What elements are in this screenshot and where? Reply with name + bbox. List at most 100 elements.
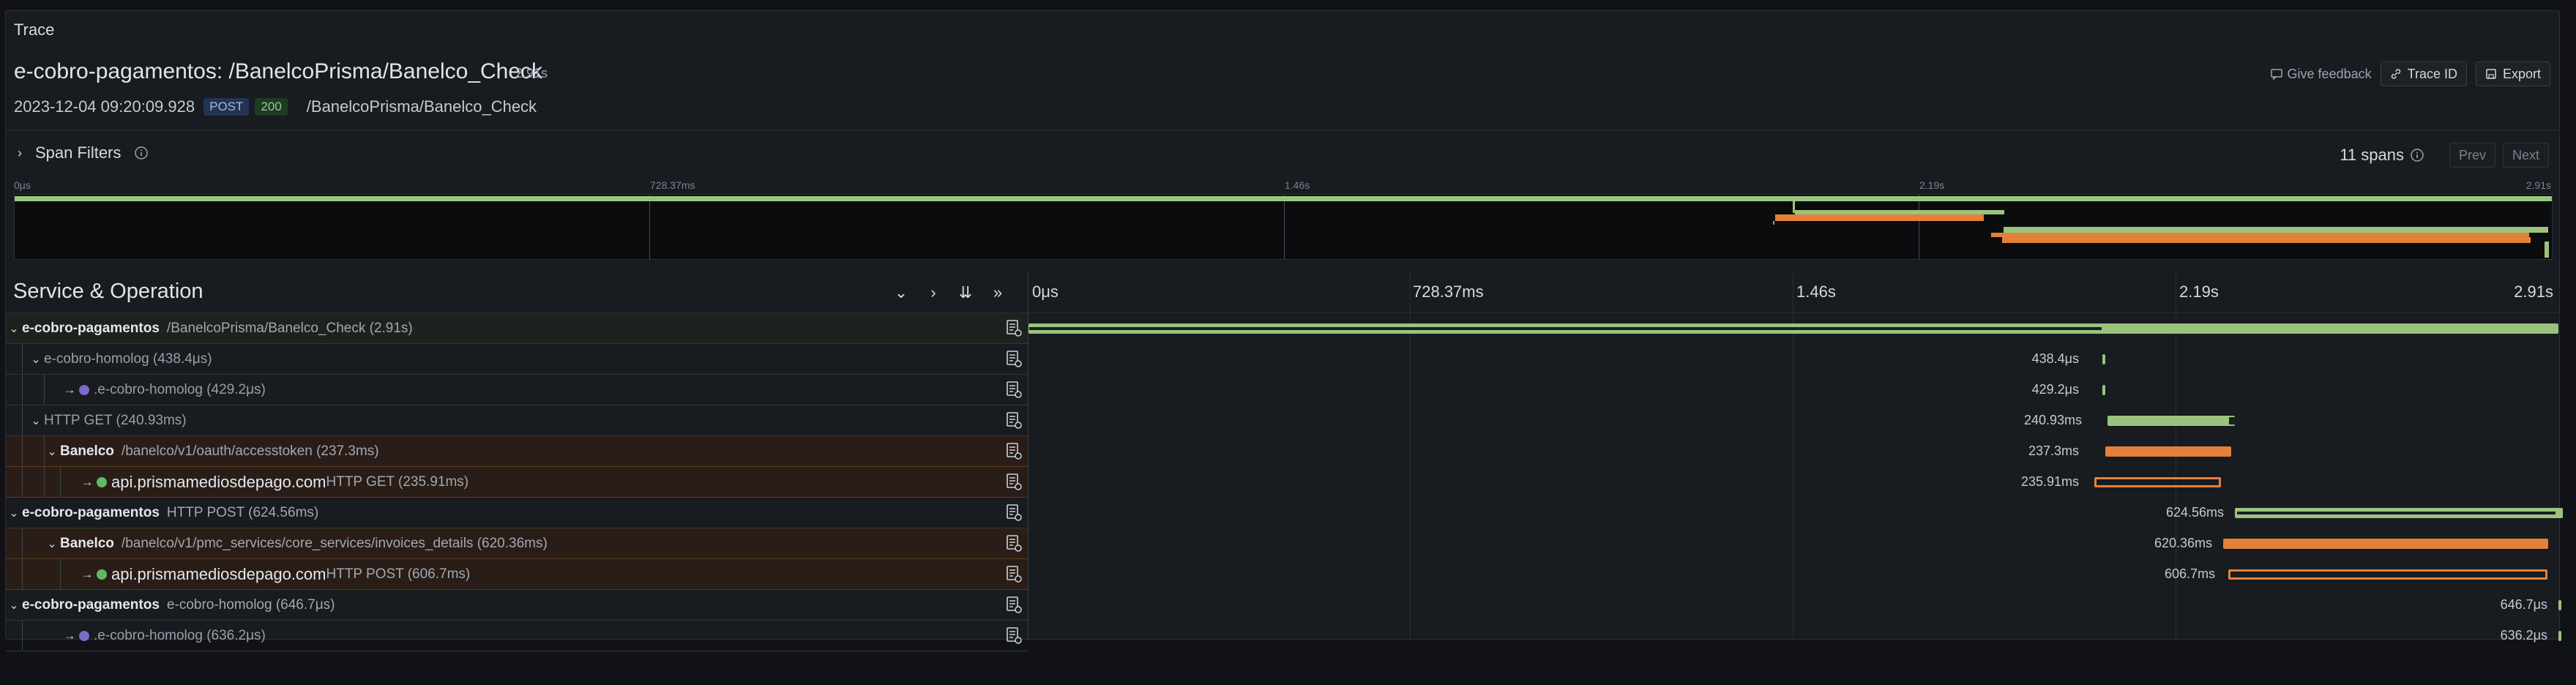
give-feedback-link[interactable]: Give feedback: [2270, 67, 2372, 82]
expand-one-icon[interactable]: ›: [922, 283, 944, 302]
span-detail-icon[interactable]: [1006, 534, 1023, 553]
span-timeline-cell[interactable]: 606.7ms: [1028, 559, 2559, 590]
span-detail-icon[interactable]: [1006, 442, 1023, 461]
span-row[interactable]: ⌄ e-cobro-pagamentos HTTP POST (624.56ms…: [6, 498, 2563, 528]
span-bar: [2108, 416, 2235, 426]
next-button[interactable]: Next: [2502, 143, 2549, 168]
span-row[interactable]: ⌄ Banelco /banelco/v1/oauth/accesstoken …: [6, 436, 2559, 467]
chevron-down-icon[interactable]: ⌄: [44, 444, 60, 459]
span-timeline-cell[interactable]: [1028, 313, 2559, 344]
chevron-down-icon[interactable]: ⌄: [6, 598, 22, 613]
span-timeline-cell[interactable]: 646.7μs: [1028, 590, 2561, 621]
span-name-cell[interactable]: ⌄ Banelco /banelco/v1/oauth/accesstoken …: [6, 436, 1028, 467]
span-row[interactable]: → api.prismamediosdepago.com HTTP GET (2…: [6, 467, 2559, 498]
span-name-cell[interactable]: ⌄ e-cobro-homolog (438.4μs): [6, 344, 1028, 375]
service-name: e-cobro-pagamentos: [22, 320, 160, 336]
trace-meta: 2023-12-04 09:20:09.928 POST 200 /Banelc…: [14, 94, 537, 120]
service-color-dot: [79, 384, 89, 395]
span-bar-critical-path: [1029, 327, 2102, 330]
collapse-one-icon[interactable]: ⌄: [890, 283, 912, 302]
span-timeline-cell[interactable]: 240.93ms: [1028, 405, 2559, 436]
span-detail-icon[interactable]: [1006, 319, 1023, 338]
span-bar: [2228, 569, 2547, 580]
span-detail-icon[interactable]: [1006, 596, 1023, 615]
span-bar-critical-path: [2237, 512, 2556, 514]
span-detail-icon[interactable]: [1006, 381, 1023, 400]
comment-icon: [2270, 69, 2282, 81]
span-bar: [2102, 385, 2105, 395]
export-button[interactable]: Export: [2475, 61, 2550, 86]
span-timeline-cell[interactable]: 624.56ms: [1028, 498, 2563, 528]
span-timeline-cell[interactable]: 620.36ms: [1028, 528, 2559, 559]
chevron-down-icon[interactable]: ⌄: [28, 413, 44, 428]
span-duration-label: 606.7ms: [2164, 566, 2215, 581]
span-name-cell[interactable]: → api.prismamediosdepago.com HTTP GET (2…: [6, 467, 1028, 498]
service-name: Banelco: [60, 535, 114, 551]
span-name-cell[interactable]: → api.prismamediosdepago.com HTTP POST (…: [6, 559, 1028, 590]
span-name-cell[interactable]: ⌄ Banelco /banelco/v1/pmc_services/core_…: [6, 528, 1028, 559]
span-bar: [2094, 477, 2221, 487]
span-detail-icon[interactable]: [1006, 626, 1023, 645]
span-bar: [2558, 600, 2561, 610]
timeline-tick: 0μs: [1032, 282, 1059, 301]
collapse-all-icon[interactable]: »: [987, 283, 1009, 302]
span-row[interactable]: ⌄ e-cobro-pagamentos e-cobro-homolog (64…: [6, 590, 2561, 621]
chevron-down-icon[interactable]: ⌄: [44, 536, 60, 551]
span-duration-label: 620.36ms: [2154, 536, 2212, 550]
span-name-cell[interactable]: ⌄ e-cobro-pagamentos e-cobro-homolog (64…: [6, 590, 1028, 621]
span-row[interactable]: → .e-cobro-homolog (429.2μs) 429.2μs: [6, 375, 2559, 405]
trace-minimap[interactable]: 0μs 728.37ms 1.46s 2.19s 2.91s: [14, 177, 2553, 263]
span-duration-label: 636.2μs: [2500, 628, 2547, 643]
minimap-span-bar: [2545, 242, 2549, 258]
service-operation-title: Service & Operation: [13, 280, 204, 303]
chevron-down-icon[interactable]: ⌄: [28, 352, 44, 367]
span-row[interactable]: → .e-cobro-homolog (636.2μs) 636.2μs: [6, 621, 2561, 651]
span-detail-icon[interactable]: [1006, 411, 1023, 430]
span-detail-icon[interactable]: [1006, 504, 1023, 523]
tree-guide: [22, 528, 23, 558]
span-row[interactable]: ⌄ Banelco /banelco/v1/pmc_services/core_…: [6, 528, 2559, 559]
operation-name: /BanelcoPrisma/Banelco_Check (2.91s): [166, 320, 413, 336]
operation-name: e-cobro-homolog (646.7μs): [166, 596, 335, 613]
expand-all-icon[interactable]: ⇊: [955, 283, 977, 302]
tree-guide: [44, 436, 45, 466]
tree-guide: [22, 621, 23, 651]
service-name: Banelco: [60, 443, 114, 459]
span-name-cell[interactable]: → .e-cobro-homolog (636.2μs): [6, 621, 1028, 651]
trace-title: e-cobro-pagamentos: /BanelcoPrisma/Banel…: [14, 59, 543, 83]
span-row[interactable]: ⌄ HTTP GET (240.93ms) 240.93ms: [6, 405, 2559, 436]
chevron-right-icon: ›: [18, 145, 22, 160]
span-name-cell[interactable]: ⌄ e-cobro-pagamentos /BanelcoPrisma/Bane…: [6, 313, 1028, 344]
span-detail-icon[interactable]: [1006, 350, 1023, 369]
trace-id-label: Trace ID: [2407, 66, 2457, 81]
span-name-cell[interactable]: ⌄ e-cobro-pagamentos HTTP POST (624.56ms…: [6, 498, 1028, 528]
span-row[interactable]: ⌄ e-cobro-pagamentos /BanelcoPrisma/Bane…: [6, 313, 2559, 344]
span-row[interactable]: → api.prismamediosdepago.com HTTP POST (…: [6, 559, 2559, 590]
chevron-down-icon[interactable]: ⌄: [6, 321, 22, 336]
chevron-down-icon[interactable]: ⌄: [6, 506, 22, 520]
span-detail-icon[interactable]: [1006, 473, 1023, 492]
span-filters-toggle[interactable]: › Span Filters: [18, 143, 149, 162]
span-bar: [2558, 631, 2561, 641]
minimap-canvas[interactable]: [14, 194, 2553, 260]
span-name-cell[interactable]: → .e-cobro-homolog (429.2μs): [6, 375, 1028, 405]
tree-guide: [22, 375, 23, 405]
span-timeline-cell[interactable]: 237.3ms: [1028, 436, 2559, 467]
trace-duration: 2.91s: [515, 66, 548, 81]
minimap-ticks: 0μs 728.37ms 1.46s 2.19s 2.91s: [14, 177, 2553, 193]
trace-id-button[interactable]: Trace ID: [2380, 61, 2467, 86]
span-detail-icon[interactable]: [1006, 565, 1023, 584]
tree-guide: [60, 559, 61, 589]
prev-button[interactable]: Prev: [2449, 143, 2495, 168]
span-name-cell[interactable]: ⌄ HTTP GET (240.93ms): [6, 405, 1028, 436]
arrow-right-icon: →: [81, 566, 94, 581]
span-timeline-cell[interactable]: 235.91ms: [1028, 467, 2559, 498]
span-timeline-cell[interactable]: 438.4μs: [1028, 344, 2559, 375]
span-filters-label: Span Filters: [35, 143, 122, 162]
trace-start-time: 2023-12-04 09:20:09.928: [14, 97, 195, 116]
span-timeline-cell[interactable]: 636.2μs: [1028, 621, 2561, 651]
span-bar-self-time: [2229, 417, 2235, 424]
operation-name: HTTP GET (235.91ms): [326, 473, 469, 490]
span-timeline-cell[interactable]: 429.2μs: [1028, 375, 2559, 405]
span-row[interactable]: ⌄ e-cobro-homolog (438.4μs) 438.4μs: [6, 344, 2559, 375]
